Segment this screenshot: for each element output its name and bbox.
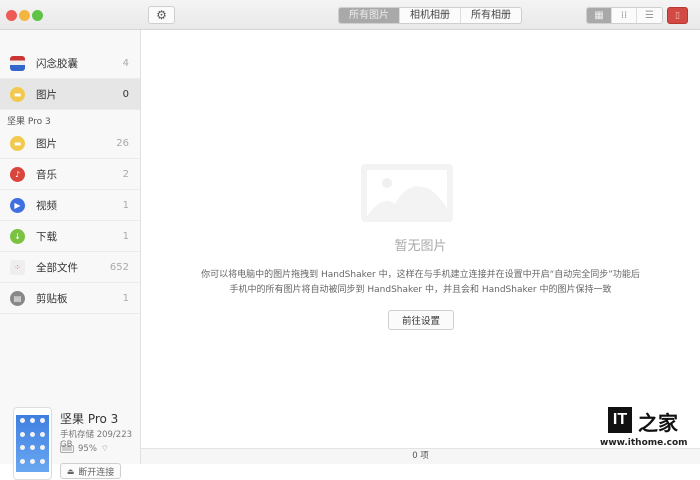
eject-icon: ⏏ — [66, 466, 75, 476]
sidebar-item-all-files[interactable]: ⁘ 全部文件 652 — [0, 252, 140, 283]
delete-button[interactable]: ▯ — [667, 7, 688, 24]
view-switcher: ▦ ⁞⁞ ☰ — [586, 7, 663, 24]
watermark-url: www.ithome.com — [600, 438, 688, 448]
empty-title: 暂无图片 — [394, 239, 447, 254]
sidebar-item-clipboard[interactable]: ▤ 剪贴板 1 — [0, 283, 140, 314]
trash-icon: ▯ — [675, 10, 680, 21]
sidebar-item-label: 剪贴板 — [36, 292, 68, 305]
sidebar-item-count: 0 — [122, 88, 129, 100]
gear-icon: ⚙ — [156, 8, 167, 22]
tab-camera-album[interactable]: 相机相册 — [400, 8, 461, 23]
minimize-button[interactable] — [19, 10, 30, 21]
battery-percent: 95% — [78, 444, 97, 454]
sidebar-item-music[interactable]: ♪ 音乐 2 — [0, 159, 140, 190]
sidebar-item-count: 2 — [122, 168, 129, 180]
sidebar-item-download[interactable]: ↓ 下载 1 — [0, 221, 140, 252]
photo-icon: ▬ — [10, 86, 25, 102]
grid-small-icon: ⁞⁞ — [620, 10, 628, 21]
photo-icon: ▬ — [10, 135, 25, 151]
download-icon: ↓ — [10, 228, 25, 244]
sidebar-item-label: 下载 — [36, 230, 57, 243]
empty-image-placeholder-icon — [361, 164, 453, 222]
sidebar-item-label: 音乐 — [36, 168, 57, 181]
watermark-logo: IT 之家 www.ithome.com — [600, 407, 692, 457]
sidebar-item-photos[interactable]: ▬ 图片 26 — [0, 128, 140, 159]
sidebar-item-count: 1 — [122, 199, 129, 211]
video-icon: ▶ — [10, 197, 25, 213]
sidebar: 闪念胶囊 4 ▬ 图片 0 坚果 Pro 3 ▬ 图片 26 ♪ 音乐 2 ▶ … — [0, 30, 141, 480]
files-icon: ⁘ — [10, 259, 25, 275]
grid-large-icon: ▦ — [594, 10, 604, 21]
music-icon: ♪ — [10, 166, 25, 182]
list-view-button[interactable]: ☰ — [637, 8, 662, 23]
sidebar-item-count: 1 — [122, 230, 129, 242]
settings-button[interactable]: ⚙ — [148, 6, 175, 24]
close-button[interactable] — [6, 10, 17, 21]
sidebar-item-label: 全部文件 — [36, 261, 78, 274]
wifi-icon: ⌔ — [100, 444, 109, 454]
tab-all-albums[interactable]: 所有相册 — [461, 8, 521, 23]
tab-all-photos[interactable]: 所有图片 — [339, 8, 400, 23]
go-to-settings-button[interactable]: 前往设置 — [388, 310, 454, 330]
sidebar-item-video[interactable]: ▶ 视频 1 — [0, 190, 140, 221]
grid-large-view-button[interactable]: ▦ — [587, 8, 612, 23]
zoom-button[interactable] — [32, 10, 43, 21]
battery-icon — [60, 445, 74, 453]
sidebar-item-count: 652 — [109, 261, 129, 273]
sidebar-item-label: 图片 — [36, 88, 57, 101]
device-panel: 坚果 Pro 3 手机存储 209/223 GB 95% ⌔ ⏏ 断开连接 — [0, 375, 140, 480]
sidebar-item-count: 26 — [116, 137, 129, 149]
disconnect-button[interactable]: ⏏ 断开连接 — [60, 463, 121, 479]
empty-description-line1: 你可以将电脑中的图片拖拽到 HandShaker 中，这样在与手机建立连接并在设… — [201, 270, 640, 280]
sidebar-item-capsule[interactable]: 闪念胶囊 4 — [0, 48, 140, 79]
device-name: 坚果 Pro 3 — [60, 412, 119, 426]
toolbar: ⚙ 所有图片 相机相册 所有相册 ▦ ⁞⁞ ☰ ▯ — [0, 0, 700, 30]
device-section-title: 坚果 Pro 3 — [7, 117, 51, 127]
photo-content-area: 暂无图片 你可以将电脑中的图片拖拽到 HandShaker 中，这样在与手机建立… — [141, 30, 700, 448]
clipboard-icon: ▤ — [10, 290, 25, 306]
grid-small-view-button[interactable]: ⁞⁞ — [612, 8, 637, 23]
album-tabs: 所有图片 相机相册 所有相册 — [338, 7, 522, 24]
list-icon: ☰ — [645, 10, 654, 21]
empty-description-line2: 手机中的所有图片将自动被同步到 HandShaker 中，并且会和 HandSh… — [229, 285, 612, 295]
phone-image — [13, 407, 52, 480]
sidebar-item-local-photos[interactable]: ▬ 图片 0 — [0, 79, 140, 110]
capsule-icon — [10, 55, 25, 71]
sidebar-item-count: 1 — [122, 292, 129, 304]
battery-status: 95% ⌔ — [60, 444, 109, 454]
sidebar-item-label: 闪念胶囊 — [36, 57, 78, 70]
disconnect-label: 断开连接 — [78, 467, 115, 478]
sidebar-item-label: 图片 — [36, 137, 57, 150]
sidebar-item-label: 视频 — [36, 199, 57, 212]
sidebar-item-count: 4 — [122, 57, 129, 69]
